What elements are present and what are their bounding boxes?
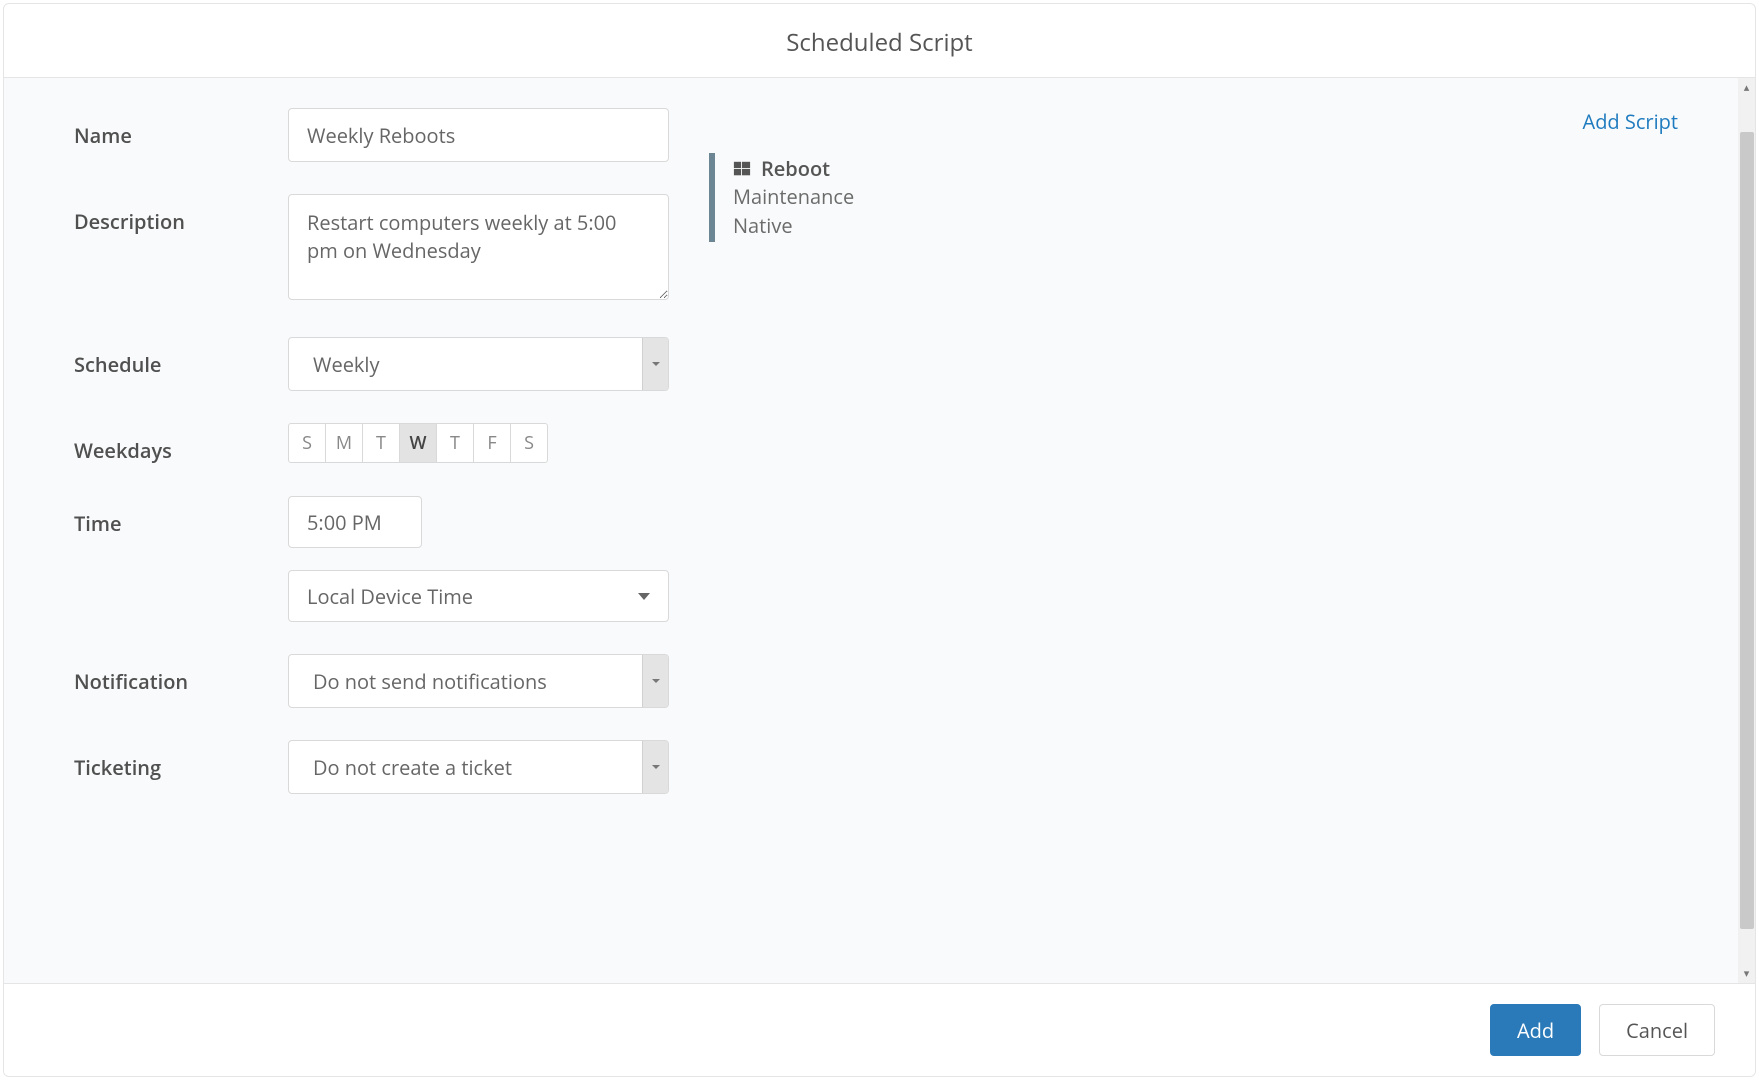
weekday-sun[interactable]: S	[288, 423, 326, 463]
schedule-label: Schedule	[74, 337, 288, 378]
scroll-down-icon[interactable]: ▾	[1744, 964, 1750, 983]
weekdays-label: Weekdays	[74, 423, 288, 464]
scroll-thumb[interactable]	[1740, 132, 1754, 928]
time-input[interactable]	[288, 496, 422, 548]
name-label: Name	[74, 108, 288, 149]
script-column: Add Script Reboot Main	[709, 108, 1708, 953]
dialog-footer: Add Cancel	[4, 983, 1755, 1076]
script-category: Maintenance	[733, 182, 1708, 211]
weekday-toggle-group: S M T W T F S	[288, 423, 548, 463]
add-button[interactable]: Add	[1490, 1004, 1581, 1056]
dialog-body: Name Description Schedule Weekly	[4, 78, 1755, 983]
name-input[interactable]	[288, 108, 669, 162]
weekday-thu[interactable]: T	[436, 423, 474, 463]
dialog-body-content: Name Description Schedule Weekly	[4, 78, 1738, 983]
description-textarea[interactable]	[288, 194, 669, 300]
time-zone-value: Local Device Time	[307, 583, 473, 610]
notification-select[interactable]: Do not send notifications	[288, 654, 669, 708]
chevron-down-icon	[642, 338, 668, 390]
scroll-up-icon[interactable]: ▴	[1744, 78, 1750, 97]
notification-value: Do not send notifications	[289, 668, 642, 695]
chevron-down-icon	[642, 741, 668, 793]
weekday-sat[interactable]: S	[510, 423, 548, 463]
weekday-fri[interactable]: F	[473, 423, 511, 463]
script-type: Native	[733, 211, 1708, 240]
notification-label: Notification	[74, 654, 288, 695]
chevron-down-icon	[642, 655, 668, 707]
cancel-button[interactable]: Cancel	[1599, 1004, 1715, 1056]
form-column: Name Description Schedule Weekly	[74, 108, 669, 953]
weekday-wed[interactable]: W	[399, 423, 437, 463]
ticketing-select[interactable]: Do not create a ticket	[288, 740, 669, 794]
caret-down-icon	[638, 593, 650, 600]
windows-icon	[733, 160, 751, 178]
weekday-mon[interactable]: M	[325, 423, 363, 463]
description-label: Description	[74, 194, 288, 235]
script-title: Reboot	[761, 155, 830, 182]
vertical-scrollbar[interactable]: ▴ ▾	[1738, 78, 1755, 983]
ticketing-label: Ticketing	[74, 740, 288, 781]
schedule-select[interactable]: Weekly	[288, 337, 669, 391]
schedule-value: Weekly	[289, 351, 642, 378]
time-label: Time	[74, 496, 288, 537]
ticketing-value: Do not create a ticket	[289, 754, 642, 781]
add-script-link[interactable]: Add Script	[709, 108, 1708, 135]
dialog-title: Scheduled Script	[4, 4, 1755, 78]
time-zone-label-spacer	[74, 570, 288, 584]
weekday-tue[interactable]: T	[362, 423, 400, 463]
script-card[interactable]: Reboot Maintenance Native	[709, 153, 1708, 242]
time-zone-select[interactable]: Local Device Time	[288, 570, 669, 622]
scheduled-script-dialog: Scheduled Script Name Description	[3, 3, 1756, 1077]
